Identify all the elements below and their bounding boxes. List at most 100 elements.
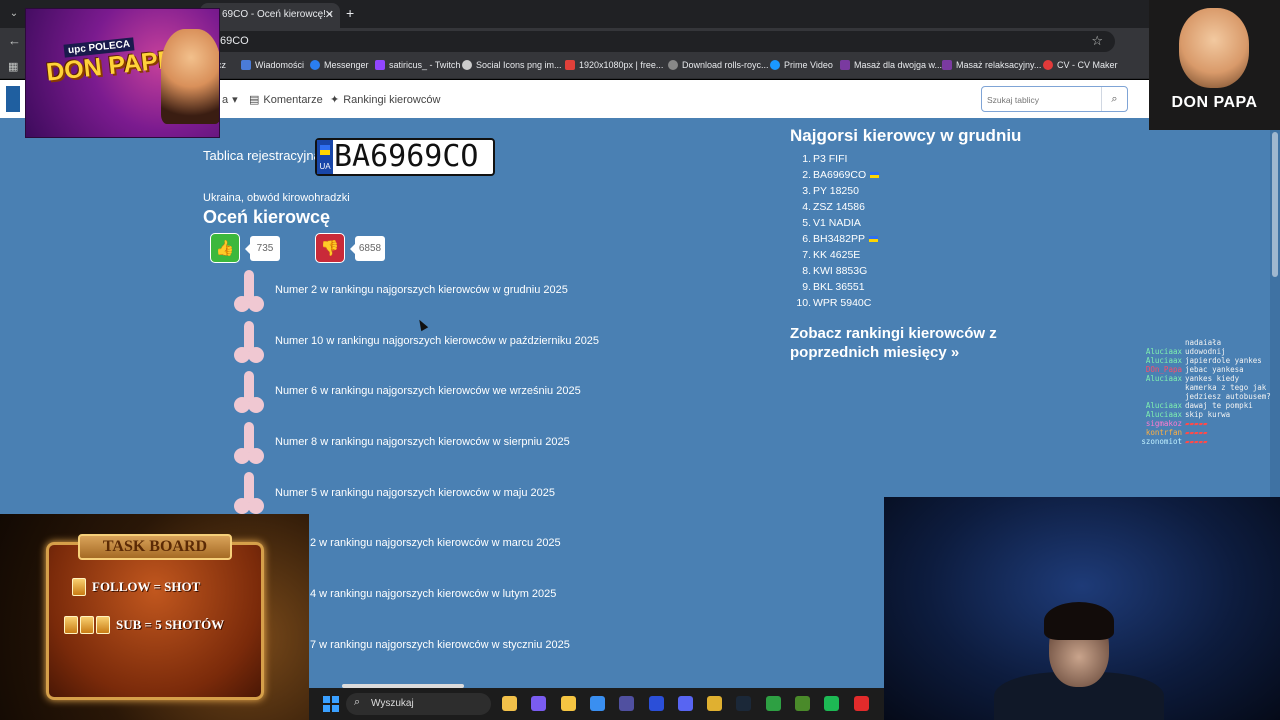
bookmark-item[interactable]: Prime Video [770, 60, 833, 70]
scrollbar-thumb[interactable] [1272, 132, 1278, 277]
chat-text: ▰▰▰▰▰ [1185, 419, 1208, 428]
thumbs-down-icon: 👎 [320, 240, 340, 257]
plate-search-input[interactable] [987, 92, 1105, 107]
bookmark-item[interactable]: Messenger [310, 60, 369, 70]
back-arrow-icon[interactable]: ← [8, 33, 21, 48]
chat-username [1125, 338, 1185, 347]
chat-username: Aluciaax [1145, 347, 1182, 356]
bookmark-favicon-icon [241, 60, 251, 70]
chat-text: ▰▰▰▰▰ [1185, 428, 1208, 437]
twitch-icon [375, 60, 385, 70]
bookmark-item[interactable]: Masaż relaksacyjny... [942, 60, 1041, 70]
downvote-count: 6858 [350, 236, 385, 261]
streamer-webcam [884, 497, 1280, 720]
chat-username: Aluciaax [1145, 374, 1182, 383]
mascot-illustration [161, 29, 219, 124]
chat-text: dawaj te pompki [1185, 401, 1253, 410]
worst-driver-item[interactable]: 8. KWI 8853G [790, 265, 1020, 281]
taskbar-search-label: Wyszukaj [371, 698, 414, 709]
messenger-icon [310, 60, 320, 70]
new-tab-icon[interactable]: + [346, 5, 354, 21]
thumbs-up-icon: 👍 [215, 240, 235, 257]
rate-driver-heading: Oceń kierowcę [203, 207, 331, 227]
taskbar-search[interactable]: ⌕ Wyszukaj [346, 693, 491, 715]
previous-months-link[interactable]: Zobacz rankingi kierowców z poprzednich … [790, 324, 1050, 362]
worst-driver-item[interactable]: 1. P3 FIFI [790, 153, 1020, 169]
thumbs-up-button[interactable]: 👍 [210, 233, 240, 263]
nav-comments[interactable]: ▤ Komentarze [249, 93, 323, 107]
copilot-icon[interactable] [531, 696, 547, 711]
url-text: 69CO [220, 35, 249, 47]
comment-icon: ▤ [249, 94, 260, 106]
worst-driver-item[interactable]: 2. BA6969CO [790, 169, 1020, 185]
discord-icon[interactable] [677, 696, 693, 711]
worst-driver-plate: V1 NADIA [813, 217, 861, 229]
ranking-badge-icon [233, 422, 265, 468]
tab-close-icon[interactable]: ✕ [325, 8, 334, 21]
bookmark-item[interactable]: Wiadomości [241, 60, 304, 70]
chat-username: szonomiot [1141, 437, 1182, 446]
worst-driver-item[interactable]: 5. V1 NADIA [790, 217, 1020, 233]
worst-driver-item[interactable]: 3. PY 18250 [790, 185, 1020, 201]
windows-start-icon[interactable] [323, 696, 339, 712]
worst-driver-plate: KWI 8853G [813, 265, 868, 277]
spotify-icon[interactable] [824, 696, 840, 711]
search-button[interactable]: ⌕ [1101, 87, 1127, 111]
folder-icon[interactable] [560, 696, 576, 711]
chat-text: jebac yankesa [1185, 365, 1244, 374]
worst-driver-plate: WPR 5940C [813, 297, 872, 309]
bookmark-item[interactable]: CV - CV Maker [1043, 60, 1118, 70]
sponsor-banner: upc POLECA DON PAPE [25, 8, 220, 138]
apps-grid-icon[interactable]: ▦ [8, 60, 18, 73]
tab-search-icon[interactable]: ⌄ [6, 6, 22, 22]
thumbs-down-button[interactable]: 👎 [315, 233, 345, 263]
window-drag-handle[interactable] [342, 684, 464, 688]
ranking-entry: 2 w rankingu najgorszych kierowców w mar… [310, 537, 561, 549]
license-plate: UA BA6969CO [315, 138, 495, 176]
mascot-face-icon [1179, 8, 1249, 88]
bookmark-item[interactable]: satiricus_ - Twitch [375, 60, 460, 70]
minecraft-icon[interactable] [795, 696, 810, 711]
worst-driver-item[interactable]: 6. BH3482PP [790, 233, 1020, 249]
browser-tab-active[interactable]: 69CO - Oceń kierowcę! - ✕ [200, 3, 340, 28]
bookmark-item[interactable]: Download rolls-royc... [668, 60, 769, 70]
ranking-entry: Numer 8 w rankingu najgorszych kierowców… [275, 436, 570, 448]
l-app-icon[interactable] [648, 696, 664, 711]
worst-driver-item[interactable]: 9. BKL 36551 [790, 281, 1020, 297]
tab-title: 69CO - Oceń kierowcę! - [222, 9, 333, 20]
chat-username: kontrfan [1145, 428, 1182, 437]
chat-text: japierdole yankes [1185, 356, 1262, 365]
file-explorer-icon[interactable] [502, 696, 517, 711]
nav-driver-rankings[interactable]: ✦ Rankingi kierowców [330, 93, 440, 107]
opera-icon[interactable] [853, 696, 869, 711]
chat-text: skip kurwa [1185, 410, 1231, 419]
worst-driver-item[interactable]: 4. ZSZ 14586 [790, 201, 1020, 217]
ranking-entry: Numer 5 w rankingu najgorszych kierowców… [275, 487, 556, 499]
worst-driver-plate: PY 18250 [813, 185, 859, 197]
bookmark-item[interactable]: 1920x1080px | free... [565, 60, 663, 70]
nav-dropdown[interactable]: a ▾ [222, 93, 238, 107]
bookmark-star-icon[interactable]: ☆ [1091, 33, 1103, 49]
ukraine-flag-icon: UA [317, 140, 333, 174]
plate-number: BA6969CO [334, 139, 479, 174]
bookmark-favicon-icon [942, 60, 952, 70]
task-board-title: TASK BOARD [102, 538, 208, 555]
shot-glass-icon [96, 616, 110, 634]
store-icon[interactable] [589, 696, 605, 711]
worst-driver-plate: P3 FIFI [813, 153, 848, 165]
shot-glass-icon [80, 616, 94, 634]
obs-icon[interactable] [619, 696, 635, 711]
xbox-icon[interactable] [765, 696, 781, 711]
chat-username: Aluciaax [1145, 401, 1182, 410]
ranking-entry: 4 w rankingu najgorszych kierowców w lut… [310, 588, 557, 600]
site-logo[interactable] [6, 86, 20, 112]
bookmark-item[interactable]: Masaż dla dwojga w... [840, 60, 942, 70]
chat-message: Aluciaax skip kurwa [1125, 410, 1275, 419]
chrome-icon[interactable] [707, 696, 723, 711]
bookmark-item[interactable]: Social Icons png im... [462, 60, 562, 70]
steam-icon[interactable] [736, 696, 752, 711]
chat-message: Aluciaax japierdole yankes [1125, 356, 1275, 365]
worst-driver-plate: BA6969CO [813, 169, 867, 181]
worst-driver-item[interactable]: 7. KK 4625E [790, 249, 1020, 265]
worst-driver-item[interactable]: 10. WPR 5940C [790, 297, 1020, 313]
